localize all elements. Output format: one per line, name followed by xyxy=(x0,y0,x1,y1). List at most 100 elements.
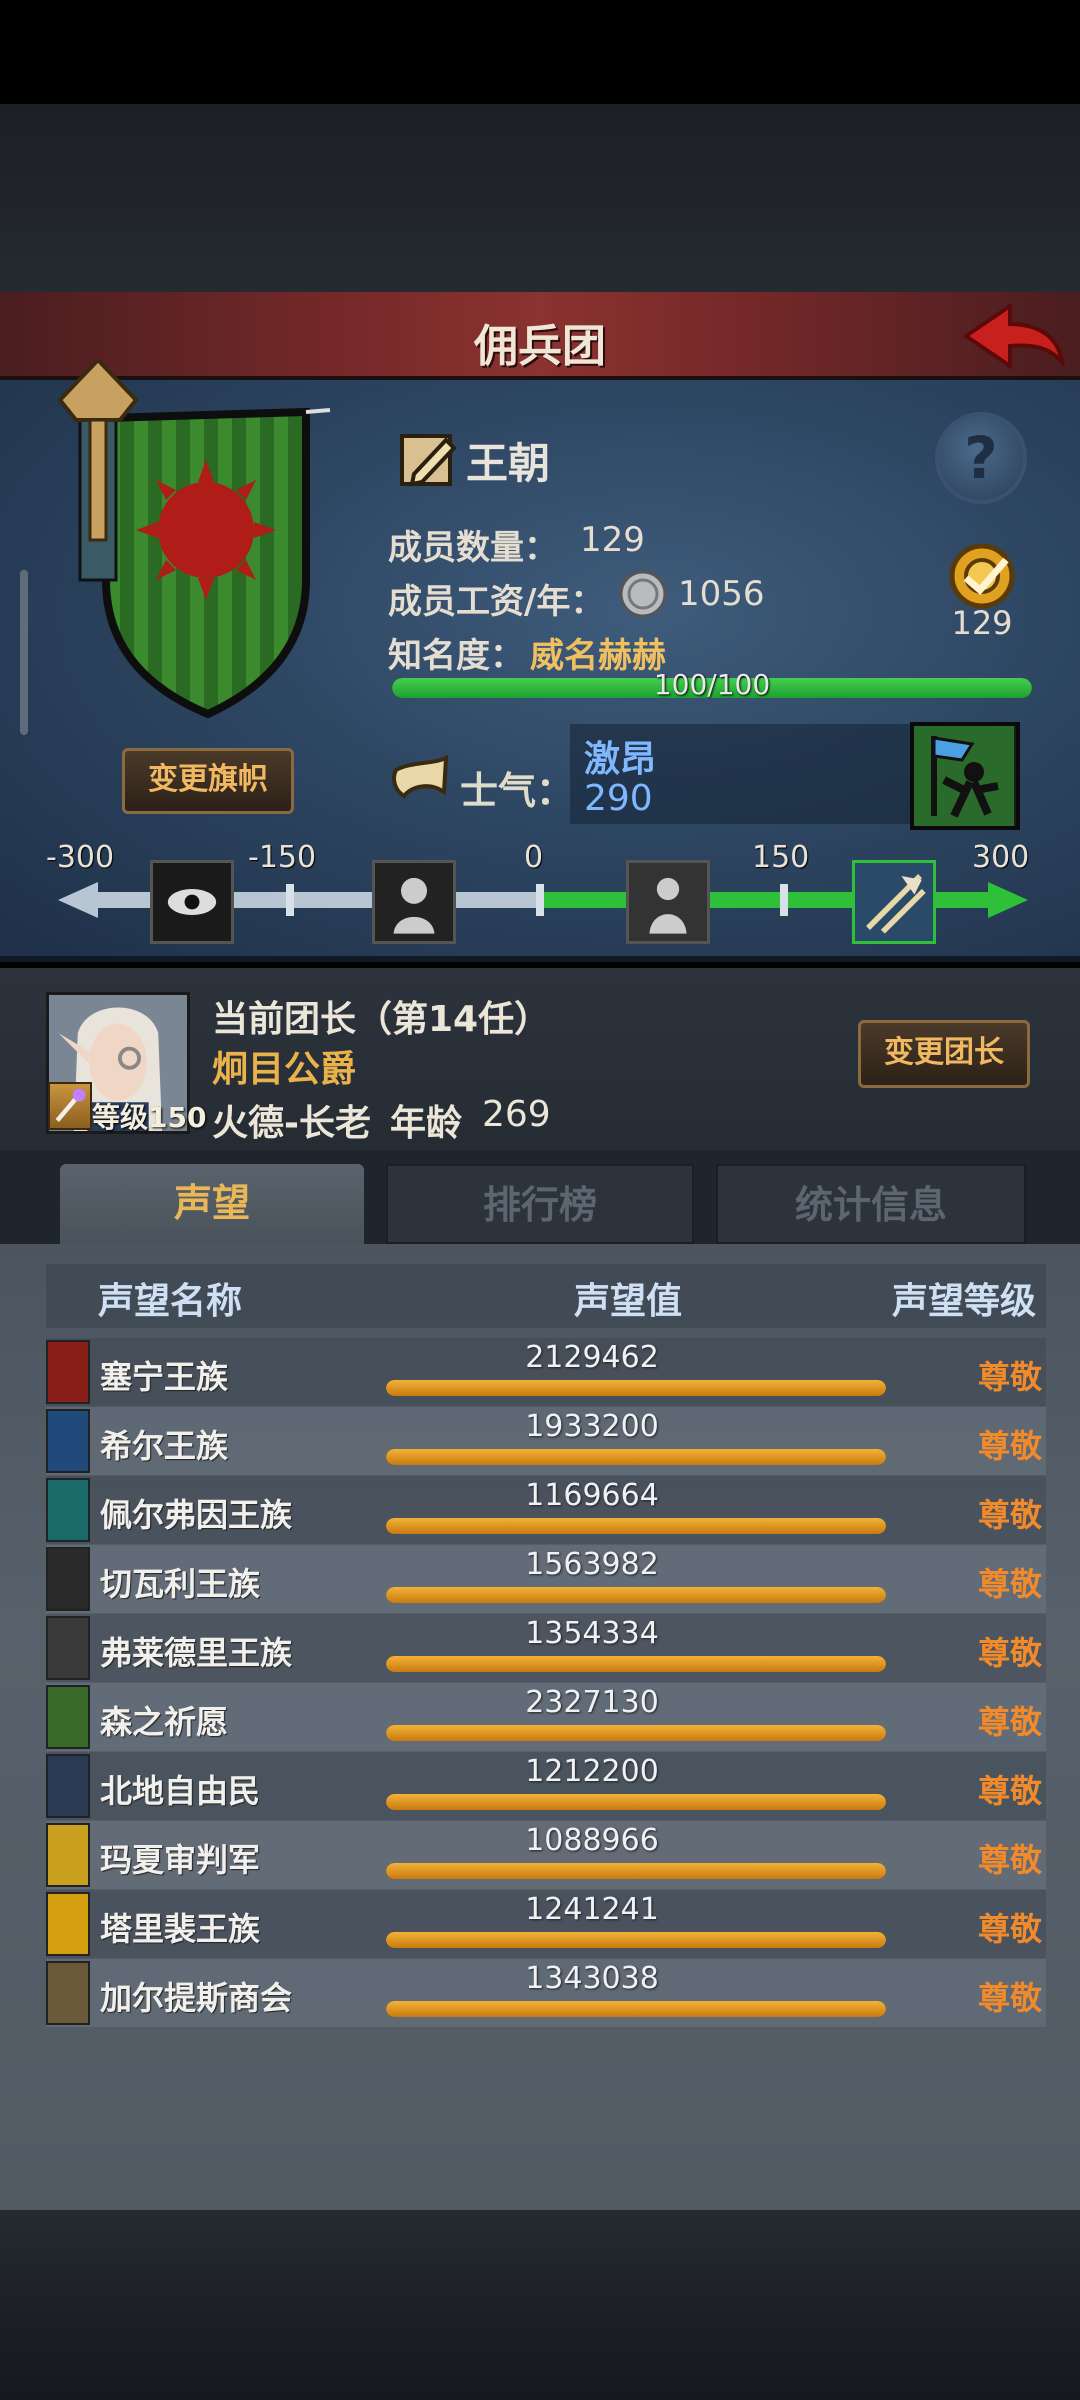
reputation-bar xyxy=(386,1863,886,1879)
leader-level: 等级150 xyxy=(92,1101,207,1134)
tab-reputation[interactable]: 声望 xyxy=(60,1164,364,1244)
faction-crest-icon xyxy=(46,1340,90,1404)
reputation-row[interactable]: 玛夏审判军 1088966 尊敬 xyxy=(46,1821,1046,1889)
reputation-level: 尊敬 xyxy=(977,1979,1042,2017)
salary-value: 1056 xyxy=(678,574,765,614)
reputation-row[interactable]: 北地自由民 1212200 尊敬 xyxy=(46,1752,1046,1820)
morale-scale-label: 150 xyxy=(752,840,810,875)
reputation-value: 1212200 xyxy=(525,1754,659,1789)
fame-progress-text: 100/100 xyxy=(653,668,771,701)
leader-age-label: 年龄 xyxy=(390,1103,463,1144)
morale-scale-label: 300 xyxy=(972,840,1030,875)
morale-calm-icon xyxy=(626,860,710,944)
reputation-row[interactable]: 塔里裴王族 1241241 尊敬 xyxy=(46,1890,1046,1958)
faction-name: 弗莱德里王族 xyxy=(100,1634,293,1672)
silver-coin-icon xyxy=(619,570,667,618)
reputation-bar-fill xyxy=(386,1449,886,1465)
horn-icon xyxy=(392,754,449,799)
reputation-bar xyxy=(386,1725,886,1741)
header-level: 声望等级 xyxy=(892,1281,1037,1322)
morale-despair-icon xyxy=(150,860,234,944)
reputation-level: 尊敬 xyxy=(977,1910,1042,1948)
leader-age: 269 xyxy=(482,1094,551,1135)
question-icon: ? xyxy=(964,424,998,492)
faction-name: 塞宁王族 xyxy=(100,1358,229,1396)
reputation-row[interactable]: 希尔王族 1933200 尊敬 xyxy=(46,1407,1046,1475)
reputation-row[interactable]: 塞宁王族 2129462 尊敬 xyxy=(46,1338,1046,1406)
rally-flag-button[interactable] xyxy=(910,722,1020,830)
leader-name: 炯目公爵 xyxy=(212,1049,357,1090)
morale-inspired-icon xyxy=(852,860,936,944)
reputation-bar-fill xyxy=(386,1587,886,1603)
reputation-row[interactable]: 切瓦利王族 1563982 尊敬 xyxy=(46,1545,1046,1613)
reputation-level: 尊敬 xyxy=(977,1772,1042,1810)
guild-banner-emblem xyxy=(57,360,331,719)
faction-crest-icon xyxy=(46,1754,90,1818)
staff-icon xyxy=(48,1082,92,1130)
faction-name: 切瓦利王族 xyxy=(100,1565,261,1603)
morale-scale-label: 0 xyxy=(524,840,544,875)
reputation-bar xyxy=(386,2001,886,2017)
faction-crest-icon xyxy=(46,1961,90,2025)
back-arrow-icon[interactable] xyxy=(958,296,1068,376)
edit-name-icon[interactable] xyxy=(396,428,460,492)
change-leader-button[interactable]: 变更团长 xyxy=(858,1020,1030,1088)
reputation-bar-fill xyxy=(386,1932,886,1948)
reputation-value: 1933200 xyxy=(525,1409,659,1444)
reputation-value: 2327130 xyxy=(525,1685,659,1720)
reputation-level: 尊敬 xyxy=(977,1703,1042,1741)
reputation-bar-fill xyxy=(386,1656,886,1672)
faction-name: 玛夏审判军 xyxy=(100,1841,261,1879)
reputation-bar-fill xyxy=(386,1725,886,1741)
tab-rankings[interactable]: 排行榜 xyxy=(386,1164,694,1244)
reputation-bar xyxy=(386,1518,886,1534)
reputation-bar xyxy=(386,1656,886,1672)
leader-title: 当前团长（第14任） xyxy=(212,999,551,1040)
reputation-level: 尊敬 xyxy=(977,1496,1042,1534)
reputation-bar-fill xyxy=(386,1518,886,1534)
status-bar-area xyxy=(0,0,1080,104)
reputation-row[interactable]: 森之祈愿 2327130 尊敬 xyxy=(46,1683,1046,1751)
member-count-value: 129 xyxy=(580,520,645,560)
reputation-level: 尊敬 xyxy=(977,1841,1042,1879)
faction-name: 森之祈愿 xyxy=(100,1703,229,1741)
top-background xyxy=(0,104,1080,292)
flag-bearer-icon xyxy=(914,726,1014,826)
bottom-background xyxy=(0,2210,1080,2400)
reputation-bar-fill xyxy=(386,1863,886,1879)
reputation-bar xyxy=(386,1794,886,1810)
faction-name: 加尔提斯商会 xyxy=(100,1979,293,2017)
faction-crest-icon xyxy=(46,1478,90,1542)
header-name: 声望名称 xyxy=(98,1281,243,1322)
faction-crest-icon xyxy=(46,1685,90,1749)
faction-name: 佩尔弗因王族 xyxy=(100,1496,293,1534)
reputation-bar xyxy=(386,1587,886,1603)
reputation-value: 2129462 xyxy=(525,1340,659,1375)
reputation-bar xyxy=(386,1449,886,1465)
reputation-bar-fill xyxy=(386,1794,886,1810)
change-banner-button[interactable]: 变更旗帜 xyxy=(122,748,294,814)
morale-fear-icon xyxy=(372,860,456,944)
reputation-row[interactable]: 佩尔弗因王族 1169664 尊敬 xyxy=(46,1476,1046,1544)
reputation-row[interactable]: 弗莱德里王族 1354334 尊敬 xyxy=(46,1614,1046,1682)
reputation-level: 尊敬 xyxy=(977,1427,1042,1465)
header-value: 声望值 xyxy=(574,1281,683,1322)
help-button[interactable]: ? xyxy=(935,412,1027,504)
reputation-row[interactable]: 加尔提斯商会 1343038 尊敬 xyxy=(46,1959,1046,2027)
reputation-bar-fill xyxy=(386,1380,886,1396)
tab-statistics[interactable]: 统计信息 xyxy=(716,1164,1026,1244)
reputation-bar-fill xyxy=(386,2001,886,2017)
faction-crest-icon xyxy=(46,1616,90,1680)
guild-name: 王朝 xyxy=(466,439,551,488)
reputation-value: 1343038 xyxy=(525,1961,659,1996)
morale-scale-label: -150 xyxy=(248,840,317,875)
target-value: 129 xyxy=(951,604,1013,642)
scroll-indicator xyxy=(20,570,28,735)
morale-label: 士气： xyxy=(460,769,575,813)
reputation-level: 尊敬 xyxy=(977,1358,1042,1396)
leader-race: 火德-长老 xyxy=(212,1103,371,1144)
morale-state: 激昂 xyxy=(584,739,657,780)
faction-name: 塔里裴王族 xyxy=(100,1910,261,1948)
reputation-value: 1241241 xyxy=(525,1892,659,1927)
reputation-value: 1169664 xyxy=(525,1478,659,1513)
